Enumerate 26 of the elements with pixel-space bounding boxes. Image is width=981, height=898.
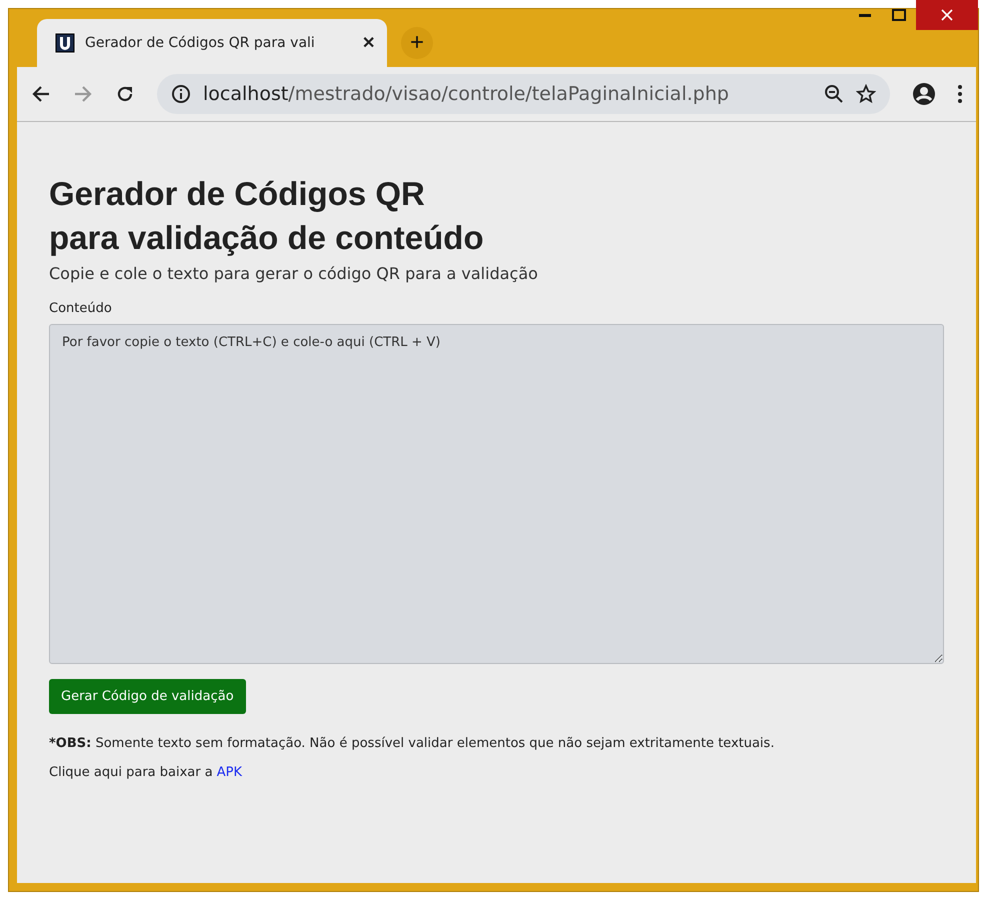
browser-tab[interactable]: Gerador de Códigos QR para vali ✕ <box>37 19 387 67</box>
close-icon[interactable] <box>941 9 953 21</box>
apk-link[interactable]: APK <box>216 765 242 780</box>
download-text: Clique aqui para baixar a <box>49 765 213 780</box>
content-textarea[interactable]: Por favor copie o texto (CTRL+C) e cole-o aqui (CTRL + V) <box>49 324 944 664</box>
tab-title: Gerador de Códigos QR para vali <box>85 35 316 51</box>
star-icon[interactable] <box>856 84 876 104</box>
profile-icon[interactable] <box>912 82 936 106</box>
generate-button[interactable]: Gerar Código de validação <box>49 679 246 714</box>
zoom-out-icon[interactable] <box>824 84 844 104</box>
minimize-icon[interactable] <box>859 14 871 16</box>
page-title: Gerador de Códigos QR para validação de conteúdo <box>49 174 485 258</box>
new-tab-button[interactable]: + <box>401 27 433 59</box>
reload-icon[interactable] <box>115 84 135 104</box>
url-text: localhost/mestrado/visao/controle/telaPaginaInicial.php <box>203 83 730 105</box>
site-logo-icon <box>55 33 75 53</box>
address-bar[interactable]: localhost/mestrado/visao/controle/telaPaginaInicial.php <box>157 74 890 114</box>
close-window-button[interactable] <box>916 0 978 30</box>
menu-icon[interactable] <box>958 85 962 103</box>
page-subtitle: Copie e cole o texto para gerar o código QR para a validação <box>49 264 539 283</box>
info-icon <box>171 84 191 104</box>
field-label: Conteúdo <box>49 301 113 316</box>
back-icon[interactable] <box>31 84 51 104</box>
close-tab-button[interactable]: ✕ <box>362 33 375 53</box>
note-text: *OBS: Somente texto sem formatação. Não é possível validar elementos que não sejam extritamente textuais. <box>49 736 776 751</box>
maximize-icon[interactable] <box>892 9 906 21</box>
